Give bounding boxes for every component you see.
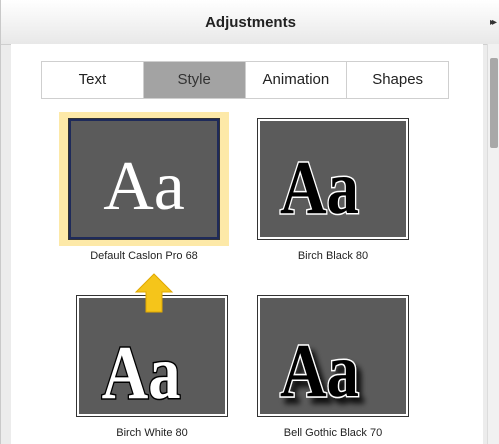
style-sample-text: Aa (103, 148, 185, 225)
style-thumbnail: Aa (258, 119, 408, 239)
tab-bar: Text Style Animation Shapes (41, 61, 449, 99)
style-tile-birch-black[interactable]: Aa (258, 119, 408, 239)
double-chevron-right-icon[interactable]: ▸▸ (490, 17, 497, 28)
style-caption: Birch White 80 (116, 427, 188, 439)
panel-title: Adjustments (205, 14, 296, 31)
style-caption: Birch Black 80 (297, 250, 369, 262)
style-thumbnail: Aa (69, 119, 219, 239)
style-tile-default-caslon[interactable]: Aa (69, 119, 219, 239)
style-caption: Bell Gothic Black 70 (283, 427, 383, 439)
adjustments-panel: Adjustments ▸▸ Text Style Animation Shap… (0, 0, 499, 444)
style-sample-text: Aa (280, 146, 359, 230)
style-tile-bell-gothic-black[interactable]: Aa (258, 296, 408, 416)
tab-text[interactable]: Text (42, 62, 144, 98)
tab-shapes[interactable]: Shapes (347, 62, 448, 98)
style-tile-birch-white[interactable]: Aa (77, 296, 227, 416)
style-sample-text: Aa (280, 329, 359, 413)
scrollbar-thumb[interactable] (490, 58, 498, 148)
panel-titlebar: Adjustments ▸▸ (1, 0, 499, 45)
tab-style[interactable]: Style (143, 62, 246, 98)
style-sample-text: Aa (102, 331, 181, 414)
style-caption: Default Caslon Pro 68 (90, 250, 198, 262)
style-thumbnail: Aa (258, 296, 408, 416)
scrollbar[interactable] (487, 44, 499, 444)
style-thumbnail: Aa (77, 296, 227, 416)
tab-animation[interactable]: Animation (245, 62, 348, 98)
up-arrow-icon (134, 273, 174, 313)
